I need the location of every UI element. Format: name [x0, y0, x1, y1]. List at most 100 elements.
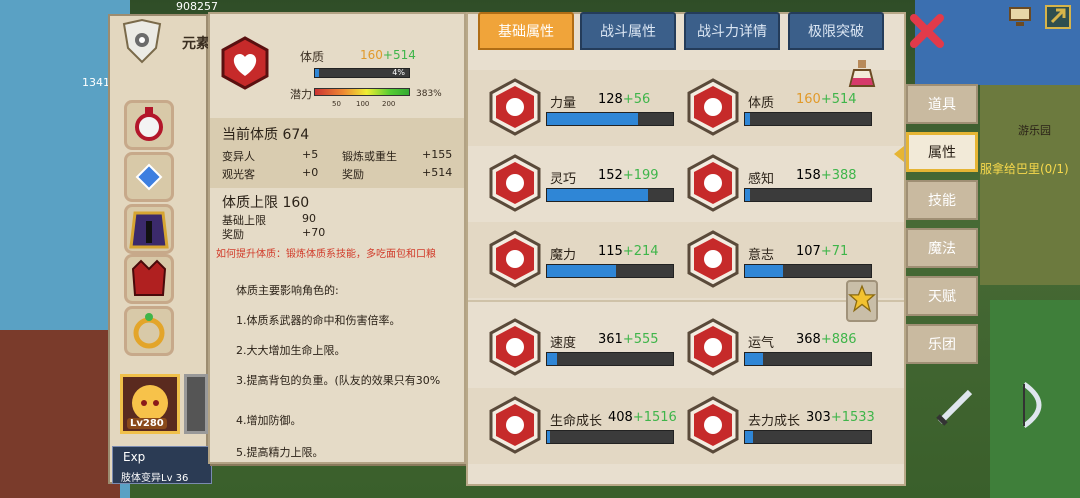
stat-value: 107+71: [796, 244, 848, 259]
stat-label: 速度: [550, 336, 577, 351]
desc-title: 体质主要影响角色的:: [236, 284, 339, 297]
bow-icon[interactable]: [1010, 378, 1064, 432]
arm-icon: [489, 78, 541, 136]
stat-base: 115: [598, 244, 623, 259]
stat-bar: [744, 188, 872, 202]
stat-item[interactable]: 去力成长 303+1533: [686, 396, 886, 456]
ship-deck: [0, 330, 120, 498]
equip-slot-cape[interactable]: [124, 204, 174, 254]
world-number: 1341: [82, 76, 110, 89]
stat-bar: [744, 264, 872, 278]
desc-line: 5.提高精力上限。: [236, 446, 324, 459]
detail-progress-bar: 4%: [314, 68, 410, 78]
stat-label: 感知: [748, 172, 775, 187]
current-row-value: +5: [302, 148, 319, 161]
park-label: 游乐园: [1018, 124, 1051, 137]
equip-slot-amulet[interactable]: [124, 152, 174, 202]
stat-bar-fill: [745, 353, 763, 365]
stat-bonus: +555: [622, 332, 659, 347]
ring-icon: [133, 313, 165, 349]
runner-icon: [489, 154, 541, 212]
cap-row-value: +70: [302, 226, 326, 239]
stat-bonus: +1533: [830, 410, 875, 425]
stat-item[interactable]: 生命成长 408+1516: [488, 396, 688, 456]
stat-item[interactable]: 速度 361+555: [488, 318, 688, 378]
side-nav-skills[interactable]: 技能: [906, 180, 978, 220]
side-nav-band[interactable]: 乐团: [906, 324, 978, 364]
quest-tracker[interactable]: 服拿给巴里(0/1): [980, 160, 1069, 177]
detail-progress-percent: 4%: [392, 68, 405, 77]
stat-bar-fill: [547, 113, 638, 125]
clover-icon: [687, 318, 739, 376]
stat-label: 力量: [550, 96, 577, 111]
stat-bar: [744, 430, 872, 444]
cap-title: 体质上限 160: [222, 195, 310, 211]
improve-hint: 如何提升体质：锻炼体质系技能，多吃面包和口粮: [216, 249, 436, 260]
character-portrait[interactable]: Lv280: [120, 374, 180, 434]
stat-base: 128: [598, 92, 623, 107]
side-nav-attributes[interactable]: 属性: [906, 132, 978, 172]
stat-value: 303+1533: [806, 410, 875, 425]
stat-label: 魔力: [550, 248, 577, 263]
stat-bonus: +199: [622, 168, 659, 183]
stat-item[interactable]: 感知 158+388: [686, 154, 886, 214]
sword-icon[interactable]: [930, 378, 984, 432]
exp-subtitle: 肢体变异Lv 36: [121, 473, 189, 484]
desc-line: 2.大大增加生命上限。: [236, 344, 346, 357]
stat-bonus: +514: [820, 92, 857, 107]
group-divider: [468, 300, 904, 302]
stat-bar-fill: [745, 189, 751, 201]
side-nav-talents[interactable]: 天赋: [906, 276, 978, 316]
stat-item[interactable]: 体质 160+514: [686, 78, 886, 138]
close-icon[interactable]: [908, 12, 946, 50]
stat-bonus: +214: [622, 244, 659, 259]
current-row-label: 观光客: [222, 168, 255, 181]
potential-tick: 100: [356, 100, 370, 108]
star-icon[interactable]: [846, 280, 878, 322]
expand-icon[interactable]: [1044, 4, 1072, 30]
eye-icon: [687, 154, 739, 212]
detail-progress-fill: [315, 69, 319, 77]
network-icon[interactable]: [1006, 4, 1034, 30]
detail-bonus: +514: [382, 48, 416, 62]
stat-bar-fill: [745, 431, 753, 443]
companion-portrait[interactable]: [184, 374, 208, 434]
horned-armor-icon: [131, 259, 167, 296]
equip-slot-head[interactable]: [124, 100, 174, 150]
wing-icon: [489, 318, 541, 376]
tab-basic-attributes[interactable]: 基础属性: [478, 12, 574, 50]
stat-item[interactable]: 魔力 115+214: [488, 230, 688, 290]
gem-amulet-icon: [135, 163, 163, 191]
exp-panel: Exp 肢体变异Lv 36: [112, 446, 212, 484]
stat-bar: [546, 112, 674, 126]
stat-label: 运气: [748, 336, 775, 351]
stat-value: 160+514: [796, 92, 857, 107]
stat-item[interactable]: 力量 128+56: [488, 78, 688, 138]
current-section: 当前体质 674 变异人 +5 锻炼或重生 +155 观光客 +0 奖励 +51…: [210, 118, 464, 190]
potential-bar: [314, 88, 410, 96]
potential-tick: 50: [332, 100, 341, 108]
stat-value: 368+886: [796, 332, 857, 347]
stat-base: 303: [806, 410, 831, 425]
current-row-label: 变异人: [222, 150, 255, 163]
desc-line: 3.提高背包的负重。(队友的效果只有30%: [236, 374, 441, 387]
side-nav-items[interactable]: 道具: [906, 84, 978, 124]
tab-limit-break[interactable]: 极限突破: [788, 12, 884, 50]
stat-label: 体质: [748, 96, 775, 111]
tab-combat-attributes[interactable]: 战斗属性: [580, 12, 676, 50]
side-nav-magic[interactable]: 魔法: [906, 228, 978, 268]
stat-item[interactable]: 运气 368+886: [686, 318, 886, 378]
exp-title: Exp: [123, 450, 146, 464]
stat-item[interactable]: 灵巧 152+199: [488, 154, 688, 214]
cap-row-value: 90: [302, 212, 316, 225]
current-row-value: +514: [422, 166, 453, 179]
cape-icon: [129, 211, 169, 249]
tab-combat-power-details[interactable]: 战斗力详情: [684, 12, 780, 50]
hut: [980, 85, 1080, 285]
detail-attribute-value: 160+514: [360, 48, 416, 62]
stat-value: 158+388: [796, 168, 857, 183]
equip-slot-ring[interactable]: [124, 306, 174, 356]
stat-value: 408+1516: [608, 410, 677, 425]
stat-bar-fill: [547, 189, 648, 201]
equip-slot-armor[interactable]: [124, 254, 174, 304]
